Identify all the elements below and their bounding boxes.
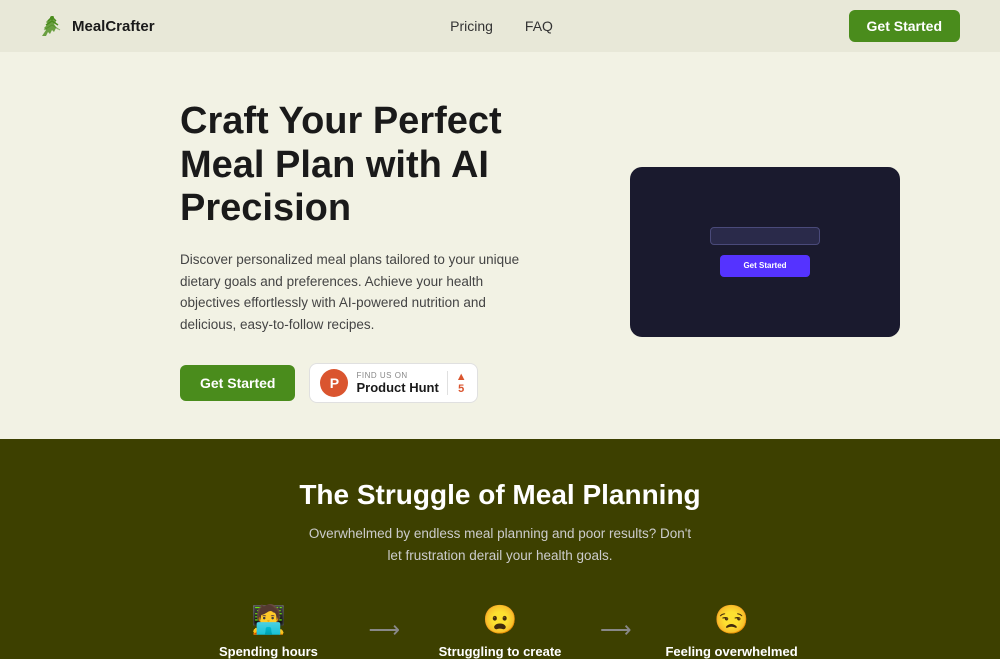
hero-buttons: Get Started P FIND US ON Product Hunt ▲ … [180, 363, 560, 403]
struggle-arrow-2: ⟶ [590, 617, 642, 643]
struggle-title: The Struggle of Meal Planning [299, 479, 700, 511]
product-hunt-score: ▲ 5 [447, 371, 467, 395]
struggle-emoji-2: 😒 [714, 603, 749, 636]
struggle-card-2: 😒 Feeling overwhelmed [642, 603, 822, 659]
logo-icon [40, 14, 64, 38]
struggle-emoji-1: 😦 [483, 603, 518, 636]
struggle-cards: 🧑‍💻 Spending hours ⟶ 😦 Struggling to cre… [40, 603, 960, 659]
app-preview-inner: Get Started [650, 192, 880, 311]
ph-arrow-up: ▲ [456, 371, 467, 383]
mock-button: Get Started [720, 255, 810, 277]
struggle-card-1: 😦 Struggling to create [410, 603, 590, 659]
mock-button-text: Get Started [743, 261, 786, 270]
nav-faq[interactable]: FAQ [525, 18, 553, 34]
product-hunt-icon: P [320, 369, 348, 397]
nav-pricing[interactable]: Pricing [450, 18, 493, 34]
struggle-section: The Struggle of Meal Planning Overwhelme… [0, 439, 1000, 658]
hero-content: Craft Your Perfect Meal Plan with AI Pre… [180, 100, 560, 403]
hero-get-started-button[interactable]: Get Started [180, 365, 295, 401]
nav-links: Pricing FAQ [450, 18, 553, 34]
struggle-label-0: Spending hours [219, 644, 318, 659]
hero-app-preview: Get Started [630, 167, 900, 337]
struggle-card-0: 🧑‍💻 Spending hours [178, 603, 358, 659]
struggle-label-1: Struggling to create [439, 644, 562, 659]
logo-text: MealCrafter [72, 18, 155, 35]
ph-score-value: 5 [458, 383, 464, 395]
logo[interactable]: MealCrafter [40, 14, 155, 38]
product-hunt-badge[interactable]: P FIND US ON Product Hunt ▲ 5 [309, 363, 477, 403]
product-hunt-title: Product Hunt [356, 380, 438, 395]
product-hunt-text: FIND US ON Product Hunt [356, 371, 438, 395]
hero-description: Discover personalized meal plans tailore… [180, 249, 520, 335]
product-hunt-find-us: FIND US ON [356, 371, 438, 380]
struggle-description: Overwhelmed by endless meal planning and… [300, 523, 700, 566]
navbar: MealCrafter Pricing FAQ Get Started [0, 0, 1000, 52]
struggle-arrow-1: ⟶ [358, 617, 410, 643]
struggle-label-2: Feeling overwhelmed [665, 644, 797, 659]
hero-section: Craft Your Perfect Meal Plan with AI Pre… [0, 52, 1000, 439]
struggle-emoji-0: 🧑‍💻 [251, 603, 286, 636]
hero-title: Craft Your Perfect Meal Plan with AI Pre… [180, 100, 560, 231]
nav-get-started-button[interactable]: Get Started [849, 10, 960, 42]
mock-input [710, 227, 820, 245]
